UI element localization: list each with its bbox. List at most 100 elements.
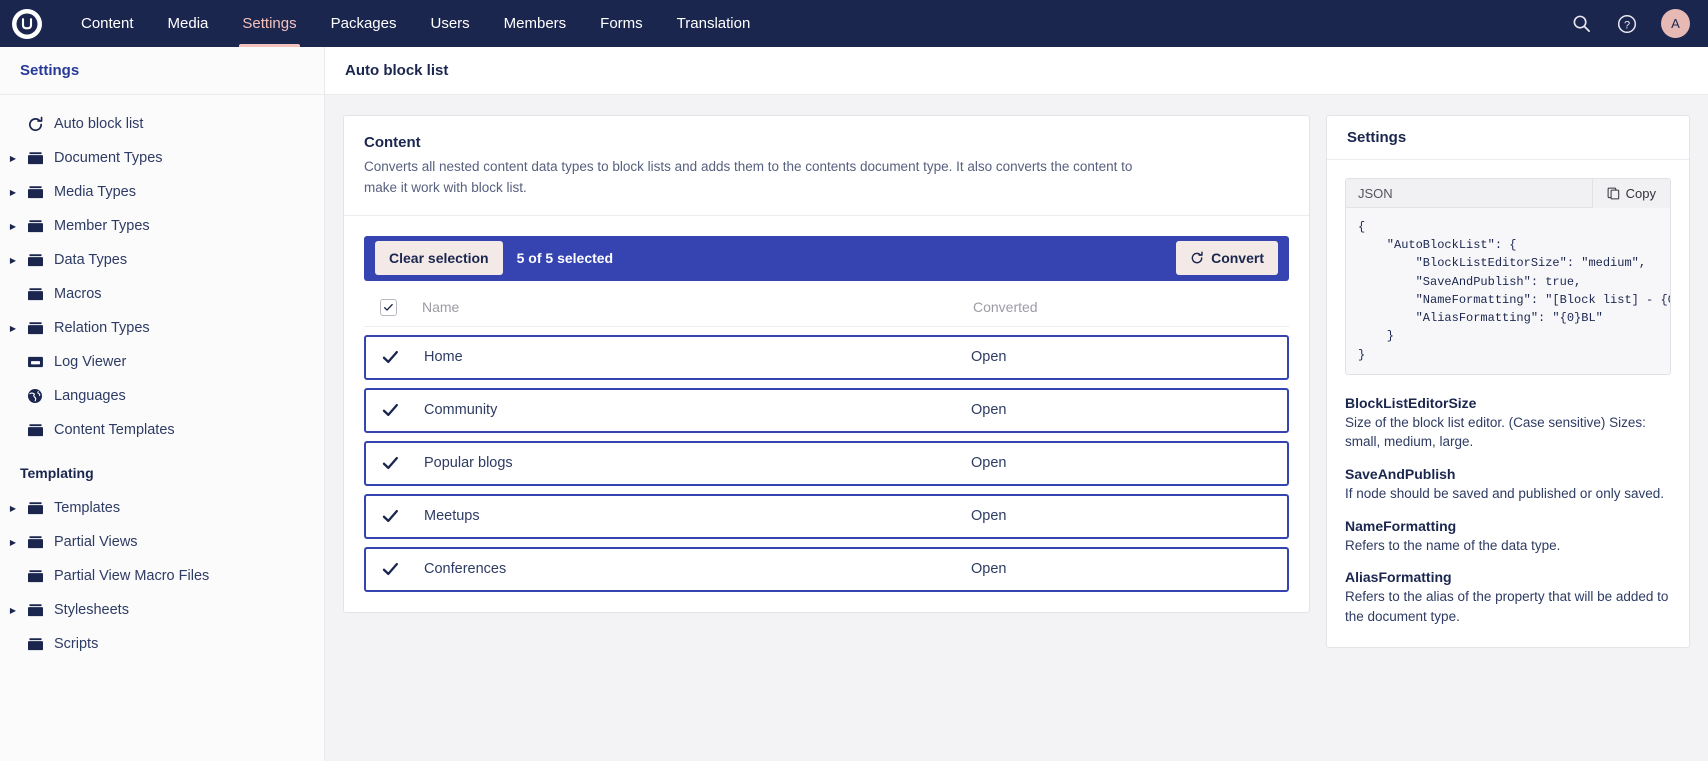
sidebar-item-auto-block-list[interactable]: ▶ Auto block list bbox=[0, 107, 324, 141]
row-checkbox[interactable] bbox=[382, 455, 424, 472]
chevron-right-icon[interactable]: ▶ bbox=[4, 324, 22, 333]
row-checkbox[interactable] bbox=[382, 508, 424, 525]
folder-icon bbox=[22, 253, 48, 268]
sidebar-item-relation-types[interactable]: ▶ Relation Types bbox=[0, 311, 324, 345]
table-row[interactable]: Home Open bbox=[364, 334, 1289, 380]
column-header-name[interactable]: Name bbox=[422, 299, 973, 315]
row-checkbox[interactable] bbox=[382, 349, 424, 366]
nav-item-users[interactable]: Users bbox=[413, 0, 486, 47]
sidebar-item-stylesheets[interactable]: ▶ Stylesheets bbox=[0, 593, 324, 627]
nav-item-forms[interactable]: Forms bbox=[583, 0, 660, 47]
sidebar-item-data-types[interactable]: ▶ Data Types bbox=[0, 243, 324, 277]
doc-definition: Refers to the alias of the property that… bbox=[1345, 589, 1669, 624]
folder-icon bbox=[22, 151, 48, 166]
row-converted-link[interactable]: Open bbox=[971, 402, 1271, 418]
umbraco-logo[interactable] bbox=[12, 8, 42, 39]
sidebar-item-content-templates[interactable]: ▶ Content Templates bbox=[0, 413, 324, 447]
row-name: Community bbox=[424, 402, 498, 419]
sidebar-item-label: Stylesheets bbox=[54, 602, 129, 618]
convert-button[interactable]: Convert bbox=[1176, 241, 1278, 276]
row-converted-link[interactable]: Open bbox=[971, 349, 1271, 365]
row-converted-link[interactable]: Open bbox=[971, 455, 1271, 471]
main-column: Content Converts all nested content data… bbox=[343, 115, 1310, 761]
sidebar-item-label: Partial View Macro Files bbox=[54, 568, 210, 584]
row-converted-link[interactable]: Open bbox=[971, 508, 1271, 524]
sidebar-item-label: Log Viewer bbox=[54, 354, 127, 370]
table-row[interactable]: Conferences Open bbox=[364, 546, 1289, 592]
nav-item-content[interactable]: Content bbox=[64, 0, 151, 47]
sidebar-item-partial-views[interactable]: ▶ Partial Views bbox=[0, 525, 324, 559]
nav-item-settings[interactable]: Settings bbox=[225, 0, 313, 47]
chevron-right-icon[interactable]: ▶ bbox=[4, 256, 22, 265]
nav-item-packages[interactable]: Packages bbox=[314, 0, 414, 47]
copy-button[interactable]: Copy bbox=[1591, 178, 1670, 208]
sidebar-item-languages[interactable]: ▶ Languages bbox=[0, 379, 324, 413]
page-title: Auto block list bbox=[345, 62, 449, 79]
top-navigation-bar: Content Media Settings Packages Users Me… bbox=[0, 0, 1708, 47]
column-header-converted[interactable]: Converted bbox=[973, 299, 1273, 315]
sidebar-item-scripts[interactable]: ▶ Scripts bbox=[0, 627, 324, 661]
sidebar-item-label: Macros bbox=[54, 286, 102, 302]
doc-item-blocklisteditorsize: BlockListEditorSize Size of the block li… bbox=[1345, 395, 1671, 452]
chevron-right-icon[interactable]: ▶ bbox=[4, 538, 22, 547]
sidebar: Settings ▶ Auto block list ▶ bbox=[0, 47, 325, 761]
app-shell: Settings ▶ Auto block list ▶ bbox=[0, 47, 1708, 761]
table-row[interactable]: Meetups Open bbox=[364, 493, 1289, 539]
nav-item-members[interactable]: Members bbox=[487, 0, 584, 47]
chevron-right-icon[interactable]: ▶ bbox=[4, 154, 22, 163]
avatar[interactable]: A bbox=[1661, 9, 1690, 38]
clear-selection-button[interactable]: Clear selection bbox=[375, 241, 503, 276]
sidebar-item-label: Auto block list bbox=[54, 116, 144, 132]
sidebar-item-partial-view-macro-files[interactable]: ▶ Partial View Macro Files bbox=[0, 559, 324, 593]
doc-term: NameFormatting bbox=[1345, 517, 1457, 534]
settings-tree: ▶ Auto block list ▶ Document bbox=[0, 95, 324, 661]
row-checkbox[interactable] bbox=[382, 561, 424, 578]
select-all-checkbox[interactable] bbox=[380, 298, 397, 316]
sidebar-item-log-viewer[interactable]: ▶ Log Viewer bbox=[0, 345, 324, 379]
folder-icon bbox=[22, 501, 48, 516]
folder-icon bbox=[22, 287, 48, 302]
nav-item-translation[interactable]: Translation bbox=[660, 0, 768, 47]
sidebar-item-label: Templates bbox=[54, 500, 121, 516]
sidebar-item-templates[interactable]: ▶ Templates bbox=[0, 491, 324, 525]
folder-icon bbox=[22, 423, 48, 438]
content-card-body: Clear selection 5 of 5 selected Convert bbox=[344, 216, 1309, 612]
settings-panel-title: Settings bbox=[1347, 129, 1407, 146]
help-icon[interactable]: ? bbox=[1615, 12, 1639, 36]
sidebar-item-label: Relation Types bbox=[54, 320, 150, 336]
content-card-header: Content Converts all nested content data… bbox=[344, 116, 1309, 216]
row-checkbox[interactable] bbox=[382, 402, 424, 419]
table-row[interactable]: Popular blogs Open bbox=[364, 440, 1289, 486]
convert-button-label: Convert bbox=[1211, 250, 1264, 267]
chevron-right-icon[interactable]: ▶ bbox=[4, 606, 22, 615]
doc-term: AliasFormatting bbox=[1345, 569, 1452, 586]
chevron-right-icon[interactable]: ▶ bbox=[4, 188, 22, 197]
code-language-label: JSON bbox=[1358, 185, 1393, 201]
sidebar-item-label: Data Types bbox=[54, 252, 128, 268]
content-card-title: Content bbox=[364, 134, 421, 151]
sidebar-item-document-types[interactable]: ▶ Document Types bbox=[0, 141, 324, 175]
doc-item-saveandpublish: SaveAndPublish If node should be saved a… bbox=[1345, 466, 1671, 504]
settings-panel-header: Settings bbox=[1327, 116, 1689, 160]
sidebar-item-media-types[interactable]: ▶ Media Types bbox=[0, 175, 324, 209]
json-code-content[interactable]: { "AutoBlockList": { "BlockListEditorSiz… bbox=[1346, 208, 1670, 374]
primary-nav-items: Content Media Settings Packages Users Me… bbox=[64, 0, 767, 47]
sidebar-item-macros[interactable]: ▶ Macros bbox=[0, 277, 324, 311]
selection-toolbar: Clear selection 5 of 5 selected Convert bbox=[364, 235, 1289, 281]
sidebar-item-member-types[interactable]: ▶ Member Types bbox=[0, 209, 324, 243]
sidebar-item-label: Member Types bbox=[54, 218, 150, 234]
doc-term: SaveAndPublish bbox=[1345, 466, 1456, 482]
svg-text:?: ? bbox=[1624, 19, 1630, 31]
sidebar-item-label: Scripts bbox=[54, 636, 99, 652]
log-icon bbox=[22, 355, 48, 369]
refresh-icon bbox=[1190, 251, 1204, 265]
chevron-right-icon[interactable]: ▶ bbox=[4, 504, 22, 513]
nav-item-media[interactable]: Media bbox=[151, 0, 226, 47]
row-converted-link[interactable]: Open bbox=[971, 561, 1271, 577]
doc-definition: Size of the block list editor. (Case sen… bbox=[1345, 414, 1646, 450]
chevron-right-icon[interactable]: ▶ bbox=[4, 222, 22, 231]
sidebar-group-templating: Templating bbox=[20, 465, 94, 481]
search-icon[interactable] bbox=[1569, 12, 1593, 36]
folder-icon bbox=[22, 321, 48, 336]
table-row[interactable]: Community Open bbox=[364, 387, 1289, 433]
